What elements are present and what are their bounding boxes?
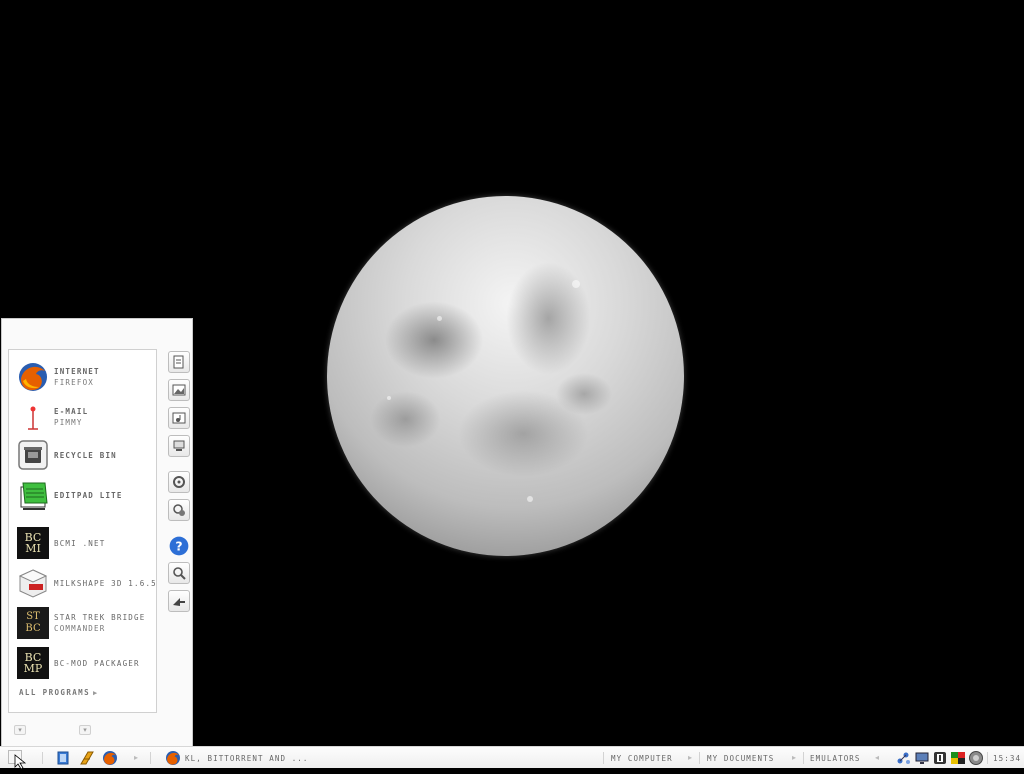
chevron-right-icon: ▸: [688, 753, 693, 762]
quicklaunch-chevron-icon[interactable]: ▸: [134, 753, 138, 762]
recycle-bin-icon: [17, 439, 49, 471]
log-off-button[interactable]: ▾: [14, 725, 26, 735]
moon-wallpaper: [327, 196, 684, 556]
run-icon[interactable]: [168, 590, 190, 612]
shutdown-button[interactable]: ▾: [79, 725, 91, 735]
program-title: E-MAIL: [54, 407, 89, 416]
bittorrent-icon[interactable]: [932, 750, 948, 766]
all-programs-button[interactable]: ALL PROGRAMS ▶: [19, 688, 99, 697]
my-computer-icon[interactable]: [168, 435, 190, 457]
program-title: BC-MOD PACKAGER: [54, 658, 140, 668]
show-desktop-icon[interactable]: [56, 750, 72, 766]
network-icon[interactable]: [896, 750, 912, 766]
email-icon: [17, 401, 49, 433]
firefox-icon: [17, 361, 49, 393]
program-title: BCMI .NET: [54, 538, 106, 548]
bcmp-icon: BC MP: [17, 647, 49, 679]
task-label: KL, BITTORRENT AND ...: [185, 754, 309, 763]
color-blocks-icon[interactable]: [950, 750, 966, 766]
program-item-bcmi-net[interactable]: BC MI BCMI .NET: [17, 525, 157, 561]
program-title: INTERNET: [54, 367, 100, 376]
taskbar-separator: [42, 752, 43, 764]
taskbar-separator: [150, 752, 151, 764]
my-music-icon[interactable]: [168, 407, 190, 429]
help-icon[interactable]: ?: [168, 535, 190, 557]
chevron-down-icon: ▾: [18, 726, 22, 734]
stbc-icon: ST BC: [17, 607, 49, 639]
program-title: MILKSHAPE 3D 1.6.5: [54, 578, 157, 588]
link-my-documents[interactable]: MY DOCUMENTS: [707, 754, 774, 763]
link-emulators[interactable]: EMULATORS: [810, 754, 861, 763]
chevron-right-icon: ▸: [792, 753, 797, 762]
notepad-icon: [17, 479, 49, 511]
program-item-internet[interactable]: INTERNET FIREFOX: [17, 359, 157, 395]
taskbar-separator: [603, 752, 604, 764]
chevron-down-icon: ▾: [83, 726, 87, 734]
svg-text:?: ?: [175, 538, 182, 553]
taskbar-separator: [699, 752, 700, 764]
program-item-email[interactable]: E-MAIL PIMMY: [17, 399, 157, 435]
monitor-icon[interactable]: [914, 750, 930, 766]
taskbar: ▸ KL, BITTORRENT AND ... MY COMPUTER ▸ M…: [0, 746, 1024, 770]
firefox-icon: [165, 750, 181, 766]
program-subtitle: FIREFOX: [54, 378, 95, 387]
search-icon[interactable]: [168, 562, 190, 584]
program-title: STAR TREK BRIDGE: [54, 613, 146, 622]
my-pictures-icon[interactable]: [168, 379, 190, 401]
start-menu: INTERNET FIREFOX E-MAIL PIMMY RECYCLE BI…: [1, 318, 193, 746]
firefox-quicklaunch-icon[interactable]: [102, 750, 118, 766]
clock: 15:34: [993, 754, 1022, 763]
program-item-bc-mod-packager[interactable]: BC MP BC-MOD PACKAGER: [17, 645, 157, 681]
program-subtitle: PIMMY: [54, 418, 83, 427]
link-my-computer[interactable]: MY COMPUTER: [611, 754, 673, 763]
milkshape-icon: [17, 567, 49, 599]
program-item-star-trek-bridge-commander[interactable]: ST BC STAR TREK BRIDGE COMMANDER: [17, 605, 157, 641]
control-panel-icon[interactable]: [168, 471, 190, 493]
volume-icon[interactable]: [968, 750, 984, 766]
all-programs-label: ALL PROGRAMS: [19, 688, 90, 697]
winamp-icon[interactable]: [79, 750, 95, 766]
chevron-right-icon: ▶: [93, 689, 99, 697]
program-item-milkshape[interactable]: MILKSHAPE 3D 1.6.5: [17, 565, 157, 601]
my-documents-icon[interactable]: [168, 351, 190, 373]
programs-panel: INTERNET FIREFOX E-MAIL PIMMY RECYCLE BI…: [8, 349, 157, 713]
program-item-recycle-bin[interactable]: RECYCLE BIN: [17, 437, 157, 473]
program-title: RECYCLE BIN: [54, 450, 117, 460]
taskbar-task-button[interactable]: KL, BITTORRENT AND ...: [160, 747, 360, 769]
program-title: EDITPAD LITE: [54, 490, 123, 500]
taskbar-separator: [987, 752, 988, 764]
program-subtitle: COMMANDER: [54, 624, 106, 633]
program-item-editpad-lite[interactable]: EDITPAD LITE: [17, 477, 157, 513]
taskbar-separator: [803, 752, 804, 764]
bcmi-icon: BC MI: [17, 527, 49, 559]
printers-icon[interactable]: [168, 499, 190, 521]
chevron-left-icon: ◂: [875, 753, 880, 762]
